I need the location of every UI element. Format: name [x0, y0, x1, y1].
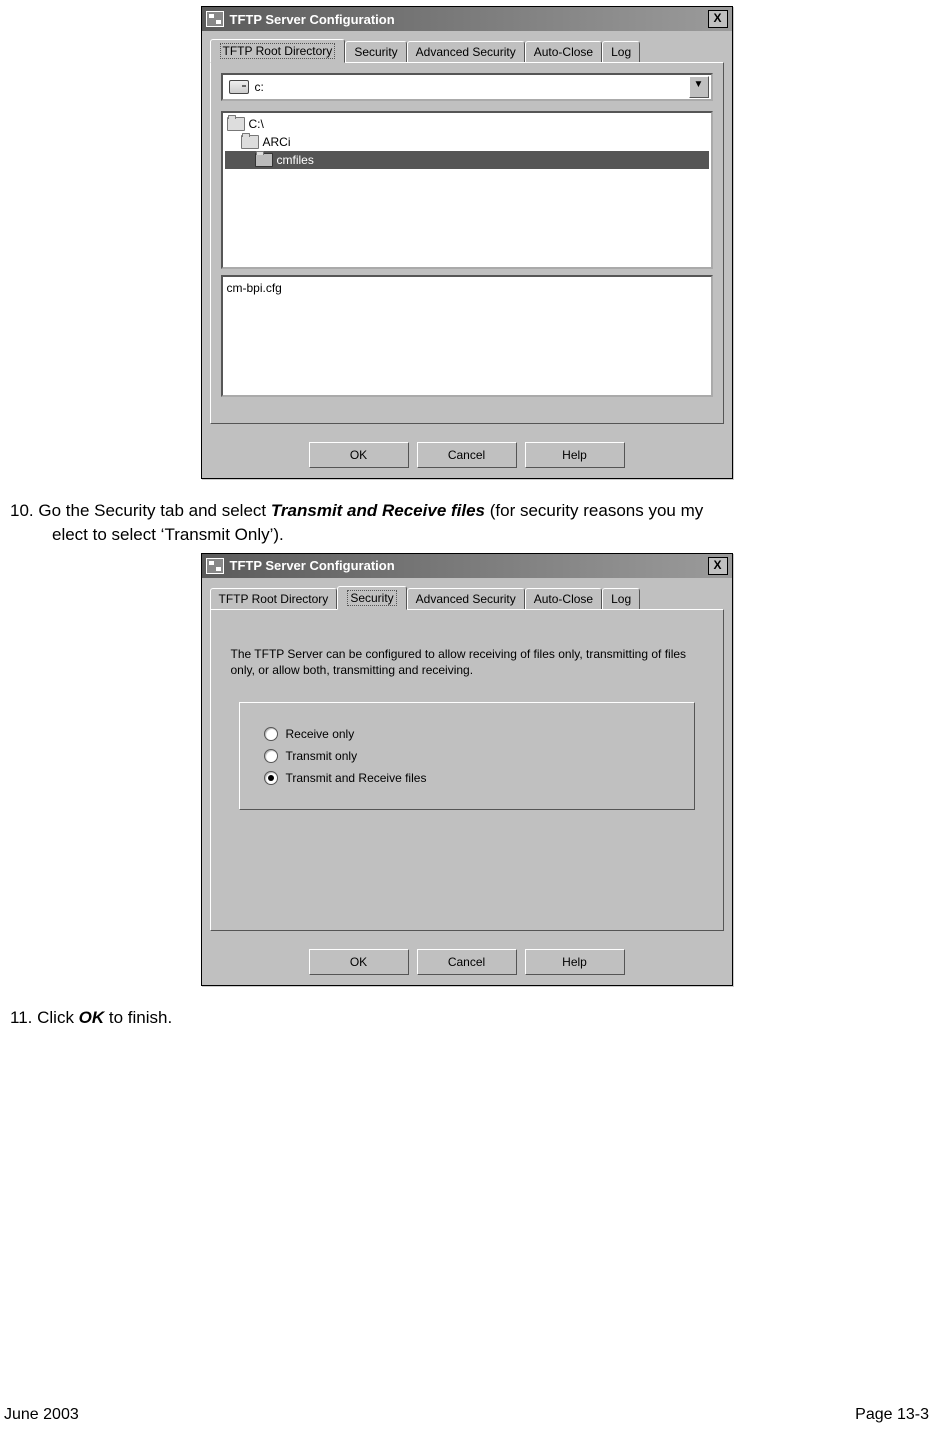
folder-tree[interactable]: C:\ ARCi cmfiles: [221, 111, 713, 269]
titlebar[interactable]: TFTP Server Configuration X: [202, 7, 732, 31]
tab-security[interactable]: Security: [337, 586, 406, 610]
page-footer: June 2003 Page 13-3: [0, 1406, 933, 1424]
drive-label: c:: [255, 80, 689, 94]
step-11-text: 11. Click OK to finish.: [10, 1006, 923, 1030]
cancel-button[interactable]: Cancel: [417, 949, 517, 975]
window-title: TFTP Server Configuration: [230, 558, 395, 573]
app-icon: [206, 558, 224, 574]
radio-transmit-receive[interactable]: Transmit and Receive files: [264, 767, 670, 789]
folder-icon: [241, 135, 259, 149]
ok-button[interactable]: OK: [309, 949, 409, 975]
folder-icon: [227, 117, 245, 131]
security-description: The TFTP Server can be configured to all…: [231, 646, 703, 678]
footer-date: June 2003: [4, 1406, 79, 1424]
radio-icon: [264, 749, 278, 763]
radio-receive-only[interactable]: Receive only: [264, 723, 670, 745]
dropdown-arrow-icon[interactable]: ▼: [689, 76, 709, 98]
radio-transmit-only[interactable]: Transmit only: [264, 745, 670, 767]
titlebar[interactable]: TFTP Server Configuration X: [202, 554, 732, 578]
drive-icon: [229, 80, 249, 94]
file-item[interactable]: cm-bpi.cfg: [227, 281, 282, 295]
tftp-config-dialog-2: TFTP Server Configuration X TFTP Root Di…: [201, 553, 733, 986]
radio-label: Transmit and Receive files: [286, 771, 427, 785]
footer-page: Page 13-3: [855, 1406, 929, 1424]
tab-advanced-security[interactable]: Advanced Security: [407, 588, 525, 609]
radio-icon: [264, 771, 278, 785]
step-10-text: 10. Go the Security tab and select Trans…: [10, 499, 923, 547]
tab-auto-close[interactable]: Auto-Close: [525, 41, 602, 62]
help-button[interactable]: Help: [525, 442, 625, 468]
help-button[interactable]: Help: [525, 949, 625, 975]
button-row: OK Cancel Help: [202, 939, 732, 985]
radio-icon: [264, 727, 278, 741]
tab-row: TFTP Root Directory Security Advanced Se…: [202, 578, 732, 609]
tab-root-directory[interactable]: TFTP Root Directory: [210, 588, 338, 609]
ok-button[interactable]: OK: [309, 442, 409, 468]
app-icon: [206, 11, 224, 27]
button-row: OK Cancel Help: [202, 432, 732, 478]
folder-label: cmfiles: [277, 153, 314, 167]
tftp-config-dialog-1: TFTP Server Configuration X TFTP Root Di…: [201, 6, 733, 479]
folder-label: ARCi: [263, 135, 291, 149]
file-list[interactable]: cm-bpi.cfg: [221, 275, 713, 397]
window-title: TFTP Server Configuration: [230, 12, 395, 27]
radio-label: Receive only: [286, 727, 355, 741]
close-button[interactable]: X: [708, 10, 728, 28]
folder-label: C:\: [249, 117, 264, 131]
folder-row-selected[interactable]: cmfiles: [225, 151, 709, 169]
security-radio-group: Receive only Transmit only Transmit and …: [239, 702, 695, 810]
drive-combo[interactable]: c: ▼: [221, 73, 713, 101]
radio-label: Transmit only: [286, 749, 358, 763]
folder-icon: [255, 153, 273, 167]
folder-row[interactable]: C:\: [225, 115, 709, 133]
folder-row[interactable]: ARCi: [225, 133, 709, 151]
tab-panel: c: ▼ C:\ ARCi cmfiles cm-bpi.cfg: [210, 62, 724, 424]
tab-log[interactable]: Log: [602, 41, 640, 62]
cancel-button[interactable]: Cancel: [417, 442, 517, 468]
tab-auto-close[interactable]: Auto-Close: [525, 588, 602, 609]
tab-panel: The TFTP Server can be configured to all…: [210, 609, 724, 931]
tab-row: TFTP Root Directory Security Advanced Se…: [202, 31, 732, 62]
close-button[interactable]: X: [708, 557, 728, 575]
tab-log[interactable]: Log: [602, 588, 640, 609]
tab-security[interactable]: Security: [345, 41, 406, 62]
tab-advanced-security[interactable]: Advanced Security: [407, 41, 525, 62]
tab-root-directory[interactable]: TFTP Root Directory: [210, 39, 346, 63]
